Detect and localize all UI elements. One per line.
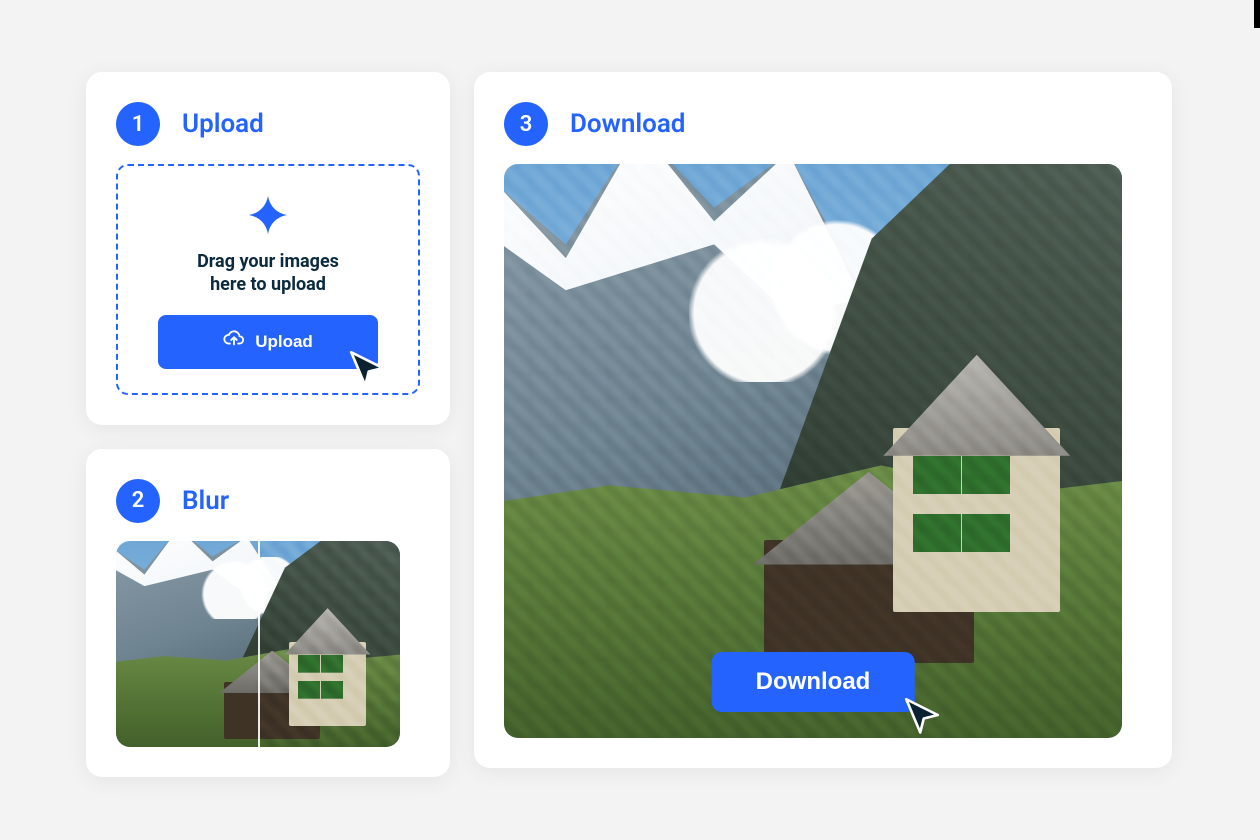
right-column: 3 Download Download [474,72,1172,777]
upload-button-label: Upload [255,332,313,352]
decoration-corner-mark [1254,0,1260,28]
card-blur: 2 Blur [86,449,450,777]
step-title-download: Download [570,109,685,139]
step-badge-2: 2 [116,479,160,523]
sparkle-plus-icon [247,194,289,236]
card-upload: 1 Upload Drag your images here to upload [86,72,450,425]
card-download-header: 3 Download [504,102,1142,146]
dropzone-hint: Drag your images here to upload [197,250,339,297]
blur-preview-image [116,541,400,747]
cloud-upload-icon [223,328,245,355]
download-button[interactable]: Download [712,652,915,712]
upload-dropzone[interactable]: Drag your images here to upload Upload [116,164,420,395]
card-upload-header: 1 Upload [116,102,420,146]
download-button-label: Download [756,668,871,695]
card-blur-header: 2 Blur [116,479,420,523]
step-badge-3: 3 [504,102,548,146]
page-layout: 1 Upload Drag your images here to upload [86,72,1172,777]
cursor-icon [346,347,388,389]
step-title-blur: Blur [182,486,229,516]
left-column: 1 Upload Drag your images here to upload [86,72,450,777]
step-badge-1: 1 [116,102,160,146]
step-title-upload: Upload [182,109,264,139]
before-after-divider[interactable] [258,541,260,747]
download-result-image: Download [504,164,1122,738]
card-download: 3 Download Download [474,72,1172,768]
upload-button[interactable]: Upload [158,315,378,369]
